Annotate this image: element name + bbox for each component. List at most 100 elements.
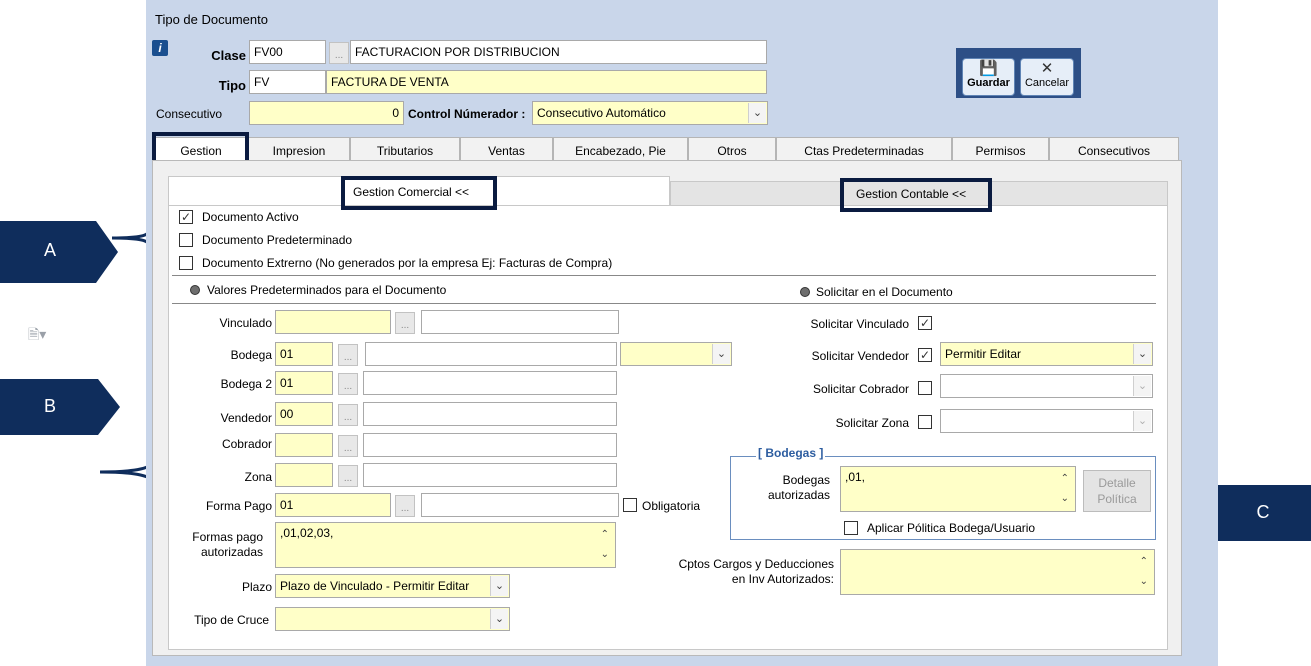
cobrador-label: Cobrador [221, 437, 272, 451]
solicitar-zona-select[interactable]: ⌄ [940, 409, 1153, 433]
solicitar-cobrador-label: Solicitar Cobrador [812, 382, 909, 396]
solicitar-section-title: Solicitar en el Documento [816, 285, 953, 299]
zona-desc-field [363, 463, 617, 487]
solicitar-vendedor-value: Permitir Editar [945, 347, 1022, 361]
documento-activo-label: Documento Activo [202, 210, 299, 224]
vinculado-lookup-button[interactable]: ... [395, 312, 415, 334]
vinculado-label: Vinculado [219, 316, 273, 330]
window-title: Tipo de Documento [155, 12, 268, 27]
scroll-down-icon[interactable]: ⌄ [1140, 572, 1148, 592]
bodegas-label-line1: Bodegas [782, 473, 830, 487]
scroll-down-icon[interactable]: ⌄ [601, 545, 609, 565]
highlight-subtab-comercial [341, 176, 497, 210]
solicitar-vendedor-checkbox[interactable]: ✓ [918, 348, 932, 362]
obligatoria-label: Obligatoria [642, 499, 701, 513]
chevron-down-icon: ⌄ [1133, 376, 1151, 396]
detalle-label-line2: Política [1097, 492, 1137, 506]
cancel-button[interactable]: ✕ Cancelar [1020, 58, 1074, 96]
scroll-up-icon[interactable]: ⌃ [1140, 552, 1148, 572]
save-button[interactable]: 💾 Guardar [962, 58, 1015, 96]
vendedor-field[interactable]: 00 [275, 402, 333, 426]
detalle-label-line1: Detalle [1098, 476, 1136, 490]
tipo-cruce-select[interactable]: ⌄ [275, 607, 510, 631]
chevron-down-icon: ⌄ [490, 609, 508, 629]
solicitar-zona-label: Solicitar Zona [835, 416, 909, 430]
clase-lookup-button[interactable]: ... [329, 42, 349, 64]
bodega-lookup-button[interactable]: ... [338, 344, 358, 366]
formas-pago-label: Formas pago autorizadas [170, 530, 263, 560]
tipo-code-field[interactable]: FV [249, 70, 326, 94]
formas-pago-label-line1: Formas pago [192, 530, 263, 544]
bodega2-label: Bodega 2 [220, 377, 272, 391]
cptos-autorizados-field[interactable]: ⌃ ⌄ [840, 549, 1155, 595]
bodegas-value: ,01, [845, 470, 866, 484]
vendedor-lookup-button[interactable]: ... [338, 404, 358, 426]
formas-pago-label-line2: autorizadas [200, 545, 263, 559]
plazo-value: Plazo de Vinculado - Permitir Editar [280, 579, 470, 593]
documento-activo-checkbox[interactable]: ✓ [179, 210, 193, 224]
forma-pago-lookup-button[interactable]: ... [395, 495, 415, 517]
cobrador-field[interactable] [275, 433, 333, 457]
obligatoria-checkbox[interactable] [623, 498, 637, 512]
consecutivo-field[interactable]: 0 [249, 101, 404, 125]
vendedor-label: Vendedor [220, 411, 272, 425]
vinculado-field[interactable] [275, 310, 391, 334]
aplicar-politica-checkbox[interactable] [844, 521, 858, 535]
bodega2-field[interactable]: 01 [275, 371, 333, 395]
floppy-icon: 💾 [979, 60, 998, 77]
bodegas-group-title: [ Bodegas ] [756, 446, 826, 460]
documento-externo-checkbox[interactable] [179, 256, 193, 270]
control-numerador-select[interactable]: Consecutivo Automático ⌄ [532, 101, 768, 125]
bodega2-lookup-button[interactable]: ... [338, 373, 358, 395]
tipo-desc-field[interactable]: FACTURA DE VENTA [326, 70, 767, 94]
solicitar-vendedor-select[interactable]: Permitir Editar ⌄ [940, 342, 1153, 366]
documento-predeterminado-label: Documento Predeterminado [202, 233, 353, 247]
solicitar-vinculado-checkbox[interactable]: ✓ [918, 316, 932, 330]
cptos-label-line2: en Inv Autorizados: [731, 572, 834, 586]
scroll-down-icon[interactable]: ⌄ [1061, 489, 1069, 509]
zona-lookup-button[interactable]: ... [338, 465, 358, 487]
scroll-up-icon[interactable]: ⌃ [601, 525, 609, 545]
control-numerador-label: Control Númerador : [408, 107, 526, 121]
chevron-down-icon: ⌄ [712, 344, 730, 364]
bodega-label: Bodega [230, 348, 272, 362]
annotation-label-b: B [43, 396, 56, 416]
vendedor-desc-field [363, 402, 617, 426]
bodega-desc-field [365, 342, 617, 366]
clase-code-field[interactable]: FV00 [249, 40, 326, 64]
close-icon: ✕ [1040, 60, 1054, 77]
cptos-label-line1: Cptos Cargos y Deducciones [678, 557, 834, 571]
highlight-subtab-contable [840, 178, 992, 212]
zona-field[interactable] [275, 463, 333, 487]
forma-pago-field[interactable]: 01 [275, 493, 391, 517]
formas-pago-autorizadas-field[interactable]: ,01,02,03, ⌃ ⌄ [275, 522, 616, 568]
clase-desc-field: FACTURACION POR DISTRIBUCION [350, 40, 767, 64]
solicitar-cobrador-checkbox[interactable] [918, 381, 932, 395]
control-numerador-value: Consecutivo Automático [537, 106, 666, 120]
bodegas-autorizadas-field[interactable]: ,01, ⌃ ⌄ [840, 466, 1076, 512]
bodega-field[interactable]: 01 [275, 342, 333, 366]
forma-pago-desc-field [421, 493, 619, 517]
detalle-politica-button[interactable]: Detalle Política [1083, 470, 1151, 512]
solicitar-vendedor-label: Solicitar Vendedor [811, 349, 909, 363]
forma-pago-label: Forma Pago [205, 499, 272, 513]
annotation-label-a: A [43, 240, 56, 260]
chevron-down-icon: ⌄ [748, 103, 766, 123]
document-icon: 🗎▾ [28, 326, 47, 342]
bodega-select[interactable]: ⌄ [620, 342, 732, 366]
tipo-label: Tipo [218, 78, 246, 93]
divider [172, 275, 1156, 276]
vinculado-desc-field [421, 310, 619, 334]
scroll-up-icon[interactable]: ⌃ [1061, 469, 1069, 489]
solicitar-zona-checkbox[interactable] [918, 415, 932, 429]
solicitar-cobrador-select[interactable]: ⌄ [940, 374, 1153, 398]
cptos-label: Cptos Cargos y Deducciones en Inv Autori… [636, 557, 834, 587]
chevron-down-icon: ⌄ [1133, 344, 1151, 364]
chevron-down-icon: ⌄ [490, 576, 508, 596]
valores-radio-icon [190, 285, 200, 295]
plazo-select[interactable]: Plazo de Vinculado - Permitir Editar ⌄ [275, 574, 510, 598]
annotation-label-c: C [1256, 502, 1270, 522]
cobrador-lookup-button[interactable]: ... [338, 435, 358, 457]
info-icon[interactable]: i [152, 40, 168, 56]
documento-predeterminado-checkbox[interactable] [179, 233, 193, 247]
